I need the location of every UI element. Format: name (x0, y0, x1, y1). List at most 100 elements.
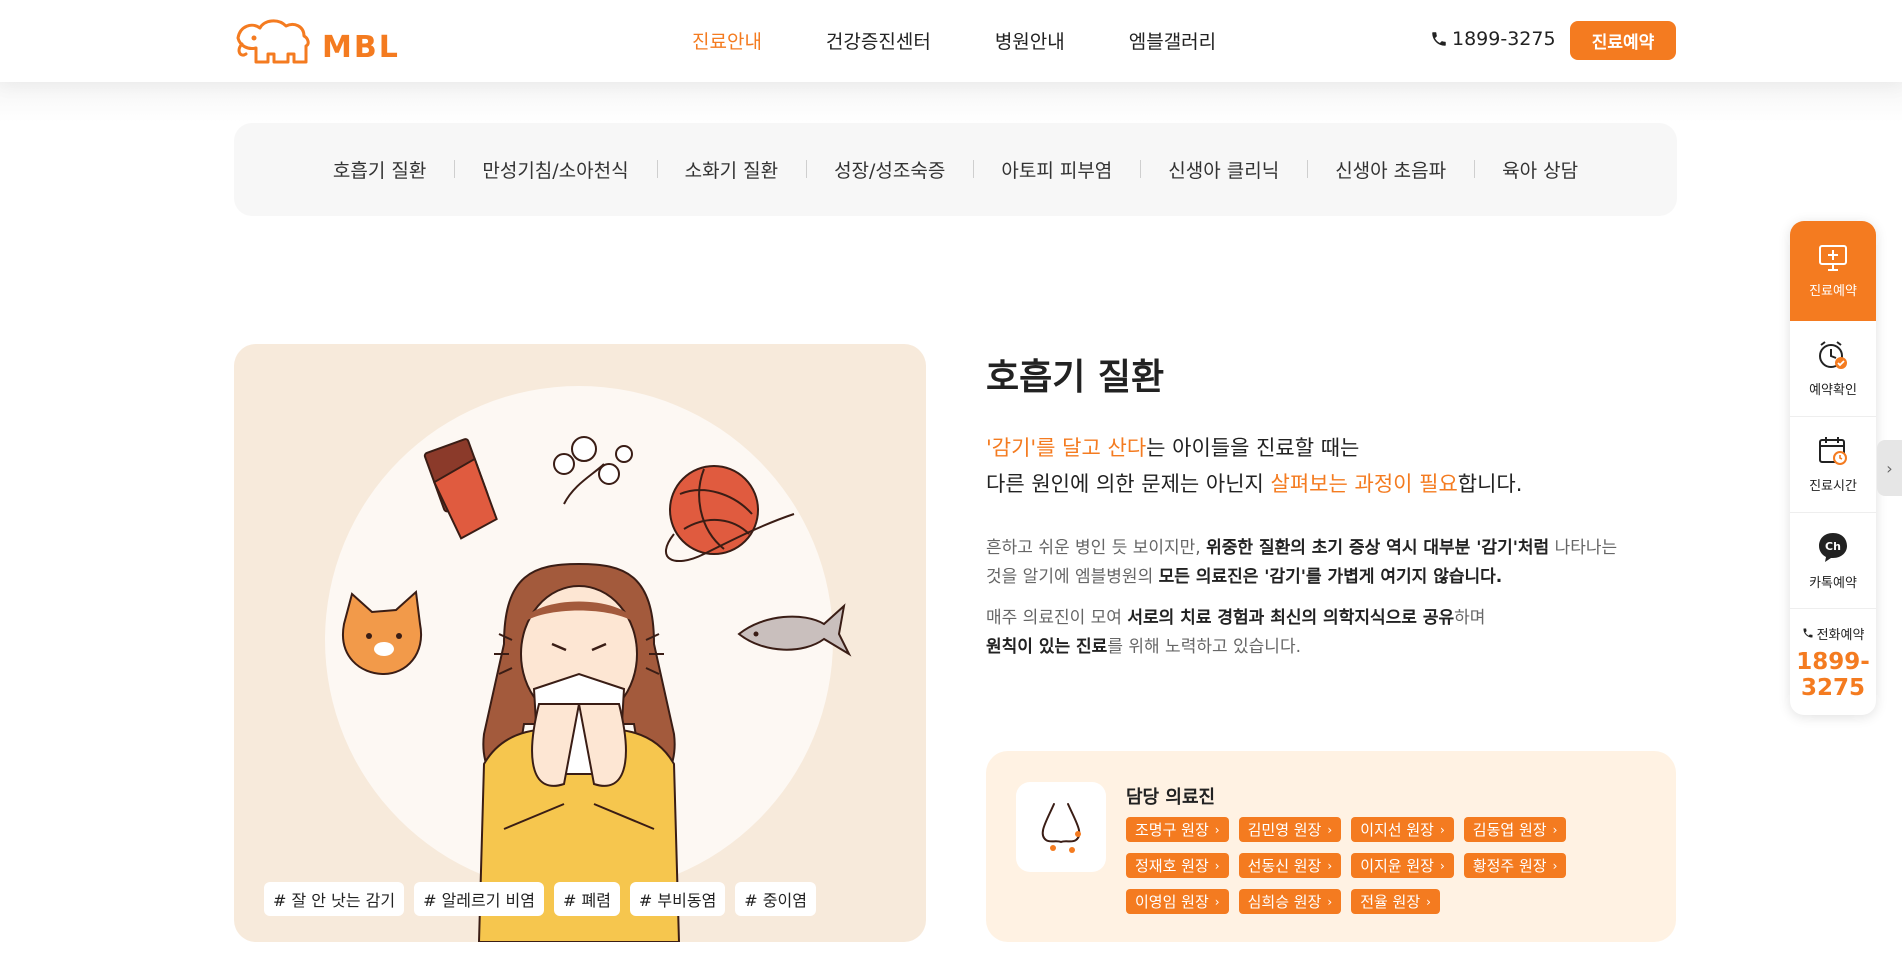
site-header: MBL 진료안내 건강증진센터 병원안내 엠블갤러리 1899-3275 진료예… (0, 0, 1902, 82)
tag-chip[interactable]: # 폐렴 (553, 882, 620, 916)
quick-phone-number: 1899- 3275 (1796, 649, 1870, 701)
doctor-button[interactable]: 김동엽 원장 › (1463, 817, 1567, 842)
quick-reserve-label: 진료예약 (1809, 283, 1857, 299)
nav-item-gallery[interactable]: 엠블갤러리 (1129, 27, 1216, 54)
description-2: 매주 의료진이 모여 서로의 치료 경험과 최신의 의학지식으로 공유하며 원칙… (986, 604, 1676, 662)
subnav-item-respiratory[interactable]: 호흡기 질환 (305, 156, 454, 183)
subnav-item-newborn-ultrasound[interactable]: 신생아 초음파 (1307, 156, 1474, 183)
tag-list: # 잘 안 낫는 감기 # 알레르기 비염 # 폐렴 # 부비동염 # 중이염 (264, 882, 816, 916)
quick-check[interactable]: 예약확인 (1790, 321, 1876, 417)
description-1: 흔하고 쉬운 병인 듯 보이지만, 위중한 질환의 초기 증상 역시 대부분 '… (986, 534, 1676, 592)
quick-phone[interactable]: 전화예약 1899- 3275 (1790, 609, 1876, 715)
quick-phone-label-row: 전화예약 (1802, 624, 1865, 643)
chevron-right-icon: › (1552, 858, 1558, 873)
sneezing-girl-illustration (325, 386, 852, 942)
doctor-button[interactable]: 정재호 원장 › (1126, 853, 1229, 878)
elephant-logo-icon (236, 19, 310, 64)
reserve-button[interactable]: 진료예약 (1570, 21, 1676, 60)
doctor-name: 이지윤 원장 (1360, 857, 1434, 875)
svg-text:Ch: Ch (1825, 540, 1841, 553)
subnav-item-digestive[interactable]: 소화기 질환 (656, 156, 806, 183)
nav-item-clinic-info[interactable]: 진료안내 (692, 27, 762, 54)
chevron-right-icon: › (1439, 822, 1445, 837)
phone-icon (1803, 628, 1813, 638)
lead-text-2: 다른 원인에 의한 문제는 아닌지 (986, 472, 1271, 496)
doctor-button[interactable]: 심희승 원장 › (1238, 889, 1342, 914)
quick-hours-label: 진료시간 (1809, 479, 1857, 494)
quick-phone-label: 전화예약 (1816, 627, 1865, 643)
doctor-button[interactable]: 이지선 원장 › (1351, 817, 1454, 842)
lead-text: '감기'를 달고 산다는 아이들을 진료할 때는 다른 원인에 의한 문제는 아… (986, 430, 1676, 502)
quick-kakao[interactable]: Ch 카톡예약 (1790, 513, 1876, 609)
quick-reserve[interactable]: 진료예약 (1790, 221, 1876, 321)
monitor-plus-icon (1819, 244, 1847, 271)
subnav-item-growth[interactable]: 성장/성조숙증 (806, 156, 973, 183)
doctor-name: 정재호 원장 (1135, 857, 1209, 875)
quick-menu: 진료예약 예약확인 진료시간 Ch 카톡예약 전화예약 1899- 3275 (1790, 221, 1876, 715)
quick-phone-number-part1: 1899- (1796, 648, 1870, 675)
desc-text: 것을 알기에 엠블병원의 (986, 567, 1159, 587)
chevron-right-icon: › (1426, 894, 1431, 909)
chevron-right-icon: › (1439, 858, 1445, 873)
nav-item-hospital-info[interactable]: 병원안내 (995, 27, 1065, 54)
desc-text: 흔하고 쉬운 병인 듯 보이지만, (986, 538, 1207, 558)
logo[interactable]: MBL (234, 16, 400, 66)
doctor-name: 이지선 원장 (1360, 821, 1434, 839)
tag-chip[interactable]: # 알레르기 비염 (414, 882, 544, 916)
chevron-right-icon: › (1214, 894, 1220, 909)
doctor-name: 김민영 원장 (1247, 821, 1322, 839)
lead-text-3: 합니다. (1457, 472, 1523, 496)
doctors-box: 담당 의료진 조명구 원장 › 김민영 원장 › 이지선 원장 › 김동엽 원장 › 정… (986, 751, 1676, 942)
desc-bold: 모든 의료진은 '감기'를 가볍게 여기지 않습니다. (1158, 567, 1503, 587)
doctor-button[interactable]: 조명구 원장 › (1126, 817, 1229, 842)
quick-kakao-label: 카톡예약 (1809, 576, 1857, 591)
subnav-item-atopy[interactable]: 아토피 피부염 (973, 156, 1140, 183)
tag-chip[interactable]: # 부비동염 (629, 882, 726, 916)
chevron-right-icon: › (1552, 822, 1558, 837)
doctor-name: 황정주 원장 (1472, 857, 1547, 875)
tag-chip[interactable]: # 중이염 (735, 882, 816, 916)
doctor-button[interactable]: 김민영 원장 › (1238, 817, 1342, 842)
sub-nav: 호흡기 질환 만성기침/소아천식 소화기 질환 성장/성조숙증 아토피 피부염 … (234, 123, 1677, 216)
doctor-button[interactable]: 선동신 원장 › (1238, 853, 1342, 878)
tag-chip[interactable]: # 잘 안 낫는 감기 (264, 882, 405, 916)
quick-phone-number-part2: 3275 (1800, 674, 1865, 701)
doctor-button[interactable]: 전율 원장 › (1351, 889, 1440, 914)
desc-text: 하며 (1454, 608, 1486, 628)
side-panel-toggle[interactable]: › (1877, 440, 1902, 496)
desc-text: 나타나는 (1549, 538, 1618, 558)
header-shadow (0, 82, 1902, 122)
lead-text-1: 는 아이들을 진료할 때는 (1146, 436, 1360, 460)
subnav-item-chronic-cough[interactable]: 만성기침/소아천식 (454, 156, 656, 183)
doctor-button[interactable]: 황정주 원장 › (1463, 853, 1567, 878)
doctors-title: 담당 의료진 (1126, 787, 1216, 808)
doctor-name: 이영임 원장 (1135, 893, 1209, 911)
doctor-button[interactable]: 이영임 원장 › (1126, 889, 1229, 914)
subnav-item-newborn-clinic[interactable]: 신생아 클리닉 (1140, 156, 1307, 183)
quick-hours[interactable]: 진료시간 (1790, 417, 1876, 513)
doctor-button[interactable]: 이지윤 원장 › (1351, 853, 1454, 878)
lead-highlight-1: '감기'를 달고 산다 (986, 436, 1147, 460)
nav-item-health-center[interactable]: 건강증진센터 (826, 27, 931, 54)
illustration-card: # 잘 안 낫는 감기 # 알레르기 비염 # 폐렴 # 부비동염 # 중이염 (234, 344, 926, 942)
desc-bold: 원칙이 있는 진료 (986, 637, 1108, 657)
section-title: 호흡기 질환 (986, 357, 1165, 398)
alarm-check-icon (1819, 341, 1847, 369)
doctor-name: 선동신 원장 (1247, 857, 1322, 875)
desc-bold: 서로의 치료 경험과 최신의 의학지식으로 공유 (1127, 608, 1455, 628)
nose-icon (1041, 803, 1081, 853)
header-phone-number: 1899-3275 (1452, 28, 1556, 50)
chevron-right-icon: › (1214, 858, 1220, 873)
desc-text: 를 위해 노력하고 있습니다. (1107, 637, 1301, 657)
doctor-name: 김동엽 원장 (1472, 821, 1547, 839)
calendar-clock-icon (1819, 437, 1847, 465)
kakao-channel-icon: Ch (1819, 533, 1847, 562)
phone-icon (1432, 32, 1446, 46)
doctors-icon-box (1016, 782, 1106, 872)
subnav-item-parenting[interactable]: 육아 상담 (1474, 156, 1606, 183)
doctor-name: 심희승 원장 (1247, 893, 1322, 911)
desc-text: 매주 의료진이 모여 (986, 608, 1128, 628)
header-phone[interactable]: 1899-3275 (1430, 28, 1556, 50)
section-content: 호흡기 질환 '감기'를 달고 산다는 아이들을 진료할 때는 다른 원인에 의… (986, 344, 1676, 662)
desc-bold: 위중한 질환의 초기 증상 역시 대부분 '감기'처럼 (1206, 538, 1550, 558)
